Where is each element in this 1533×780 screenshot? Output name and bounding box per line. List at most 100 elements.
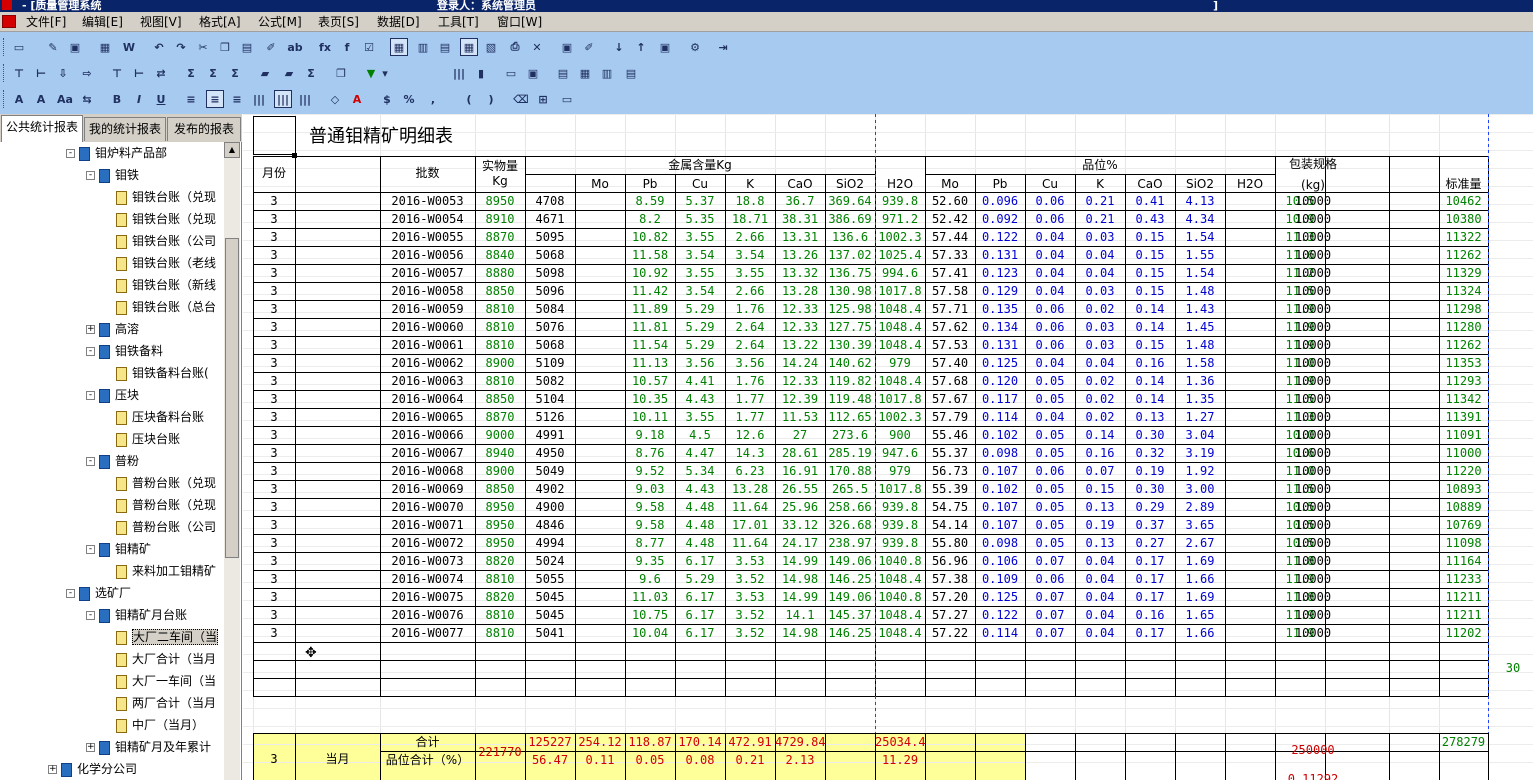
tree-node[interactable]: 钼铁台账（老线 (116, 253, 216, 273)
collapse-icon[interactable]: - (86, 347, 95, 356)
summary-metal-total[interactable]: 4729.84 (775, 733, 826, 751)
cell-metal[interactable]: 5.29 (675, 570, 725, 588)
tree-node[interactable]: 钼铁台账（兑现 (116, 187, 216, 207)
cell-grade[interactable]: 0.114 (975, 408, 1025, 426)
paren-open-icon[interactable]: ( (460, 90, 478, 108)
cell-package[interactable]: 10000 (1288, 228, 1338, 246)
tree-node[interactable]: 钼铁台账（兑现 (116, 209, 216, 229)
cell-grade[interactable]: 0.14 (1125, 300, 1175, 318)
cell-package[interactable]: 10000 (1288, 210, 1338, 228)
toolbar-grip[interactable] (3, 64, 6, 82)
cell-metal[interactable]: 24.17 (775, 534, 825, 552)
cell-grade[interactable]: 0.134 (975, 318, 1025, 336)
cell-month[interactable]: 3 (253, 408, 295, 426)
cell-metal[interactable]: 2.64 (725, 336, 775, 354)
cell-grade[interactable]: 0.114 (975, 624, 1025, 642)
fill-down-icon[interactable]: ▼ (362, 64, 380, 82)
cell-metal[interactable]: 11.54 (625, 336, 675, 354)
layout1-icon[interactable]: ▤ (554, 64, 572, 82)
cell-grade[interactable]: 0.06 (1025, 462, 1075, 480)
cell-metal[interactable]: 386.69 (825, 210, 875, 228)
cell-grade-mo[interactable]: 56.96 (925, 552, 975, 570)
cell-metal[interactable]: 12.6 (725, 426, 775, 444)
cell-actual[interactable]: 8900 (475, 462, 525, 480)
cell-metal[interactable]: 26.55 (775, 480, 825, 498)
exit-icon[interactable]: ⇥ (714, 38, 732, 56)
scroll-up-icon[interactable]: ▲ (224, 142, 240, 158)
tree-node[interactable]: - 压块 (86, 385, 139, 405)
cell-grade[interactable]: 0.05 (1025, 426, 1075, 444)
cell-grade[interactable]: 0.06 (1025, 318, 1075, 336)
collapse-icon[interactable]: - (86, 457, 95, 466)
tree-node[interactable]: 普粉台账（兑现 (116, 473, 216, 493)
cell-package[interactable]: 10000 (1288, 624, 1338, 642)
cell-grade[interactable]: 0.17 (1125, 570, 1175, 588)
cell-package[interactable]: 10000 (1288, 282, 1338, 300)
cell-grade[interactable]: 0.06 (1025, 192, 1075, 210)
align-center-icon[interactable]: ≡ (206, 90, 224, 108)
cell-metal[interactable]: 14.98 (775, 624, 825, 642)
paren-close-icon[interactable]: ) (482, 90, 500, 108)
valign-top-icon[interactable]: ||| (250, 90, 268, 108)
cut-icon[interactable]: ✂ (194, 38, 212, 56)
cell-grade[interactable]: 0.04 (1075, 570, 1125, 588)
cell-actual[interactable]: 8950 (475, 498, 525, 516)
cell-grade-mo[interactable]: 57.79 (925, 408, 975, 426)
append-row-icon[interactable]: ⇩ (54, 64, 72, 82)
cell-metal[interactable]: 13.31 (775, 228, 825, 246)
cell-metal[interactable]: 3.55 (675, 228, 725, 246)
cell-actual[interactable]: 8850 (475, 390, 525, 408)
template-icon[interactable]: ▤ (436, 38, 454, 56)
cell-grade[interactable]: 0.19 (1125, 462, 1175, 480)
align-left-icon[interactable]: ≡ (182, 90, 200, 108)
cell-grade[interactable]: 0.07 (1025, 624, 1075, 642)
cell-grade[interactable]: 1.65 (1175, 606, 1225, 624)
cell-grade[interactable]: 1.55 (1175, 246, 1225, 264)
cell-grade[interactable]: 4.13 (1175, 192, 1225, 210)
cell-grade[interactable]: 1.66 (1175, 570, 1225, 588)
cell-grade[interactable]: 0.13 (1125, 408, 1175, 426)
cell-grade[interactable]: 1.54 (1175, 264, 1225, 282)
cell-grade[interactable]: 1.58 (1175, 354, 1225, 372)
tab-my-reports[interactable]: 我的统计报表 (84, 117, 166, 141)
cell-metal[interactable]: 1.77 (725, 408, 775, 426)
cell-package[interactable]: 10000 (1288, 354, 1338, 372)
cell-metal[interactable]: 18.8 (725, 192, 775, 210)
tree-node[interactable]: + 高溶 (86, 319, 139, 339)
summary-metal-total[interactable]: 254.12 (575, 733, 625, 751)
cell-batch[interactable]: 2016-W0064 (380, 390, 475, 408)
cell-metal[interactable]: 5.35 (675, 210, 725, 228)
cell-grade[interactable]: 0.106 (975, 552, 1025, 570)
cell-grade[interactable]: 0.07 (1025, 588, 1075, 606)
summary-package-total[interactable]: 250000 (1278, 741, 1348, 759)
cell-grade[interactable]: 0.05 (1025, 480, 1075, 498)
cell-metal[interactable]: 18.71 (725, 210, 775, 228)
cell-h2o[interactable]: 1048.4 (875, 372, 925, 390)
cell-h2o[interactable]: 900 (875, 426, 925, 444)
tree-node[interactable]: - 选矿厂 (66, 583, 131, 603)
cell-metal[interactable]: 17.01 (725, 516, 775, 534)
cell-metal[interactable]: 3.52 (725, 624, 775, 642)
cell-batch[interactable]: 2016-W0065 (380, 408, 475, 426)
cell-metal[interactable]: 3.53 (725, 552, 775, 570)
cell-grade[interactable]: 0.125 (975, 588, 1025, 606)
cell-grade[interactable]: 0.15 (1125, 246, 1175, 264)
cell-actual[interactable]: 8870 (475, 228, 525, 246)
cell-h2o[interactable]: 1048.4 (875, 570, 925, 588)
barcode-icon[interactable]: ||| (450, 64, 468, 82)
tree-node[interactable]: 来料加工钼精矿 (116, 561, 216, 581)
expand-icon[interactable]: + (48, 765, 57, 774)
cell-mo[interactable]: 4902 (525, 480, 575, 498)
table-icon[interactable]: ▦ (460, 38, 478, 56)
cell-metal[interactable]: 14.99 (775, 552, 825, 570)
cell-batch[interactable]: 2016-W0067 (380, 444, 475, 462)
cell-mo[interactable]: 4671 (525, 210, 575, 228)
summary-metal-total[interactable]: 125227 (525, 733, 575, 751)
cell-metal[interactable]: 8.2 (625, 210, 675, 228)
cell-metal[interactable]: 258.66 (825, 498, 875, 516)
cell-actual[interactable]: 8810 (475, 336, 525, 354)
cell-batch[interactable]: 2016-W0058 (380, 282, 475, 300)
cell-grade[interactable]: 0.05 (1025, 534, 1075, 552)
print-icon[interactable]: ⎙ (506, 38, 524, 56)
cell-std[interactable]: 11342 (1439, 390, 1488, 408)
